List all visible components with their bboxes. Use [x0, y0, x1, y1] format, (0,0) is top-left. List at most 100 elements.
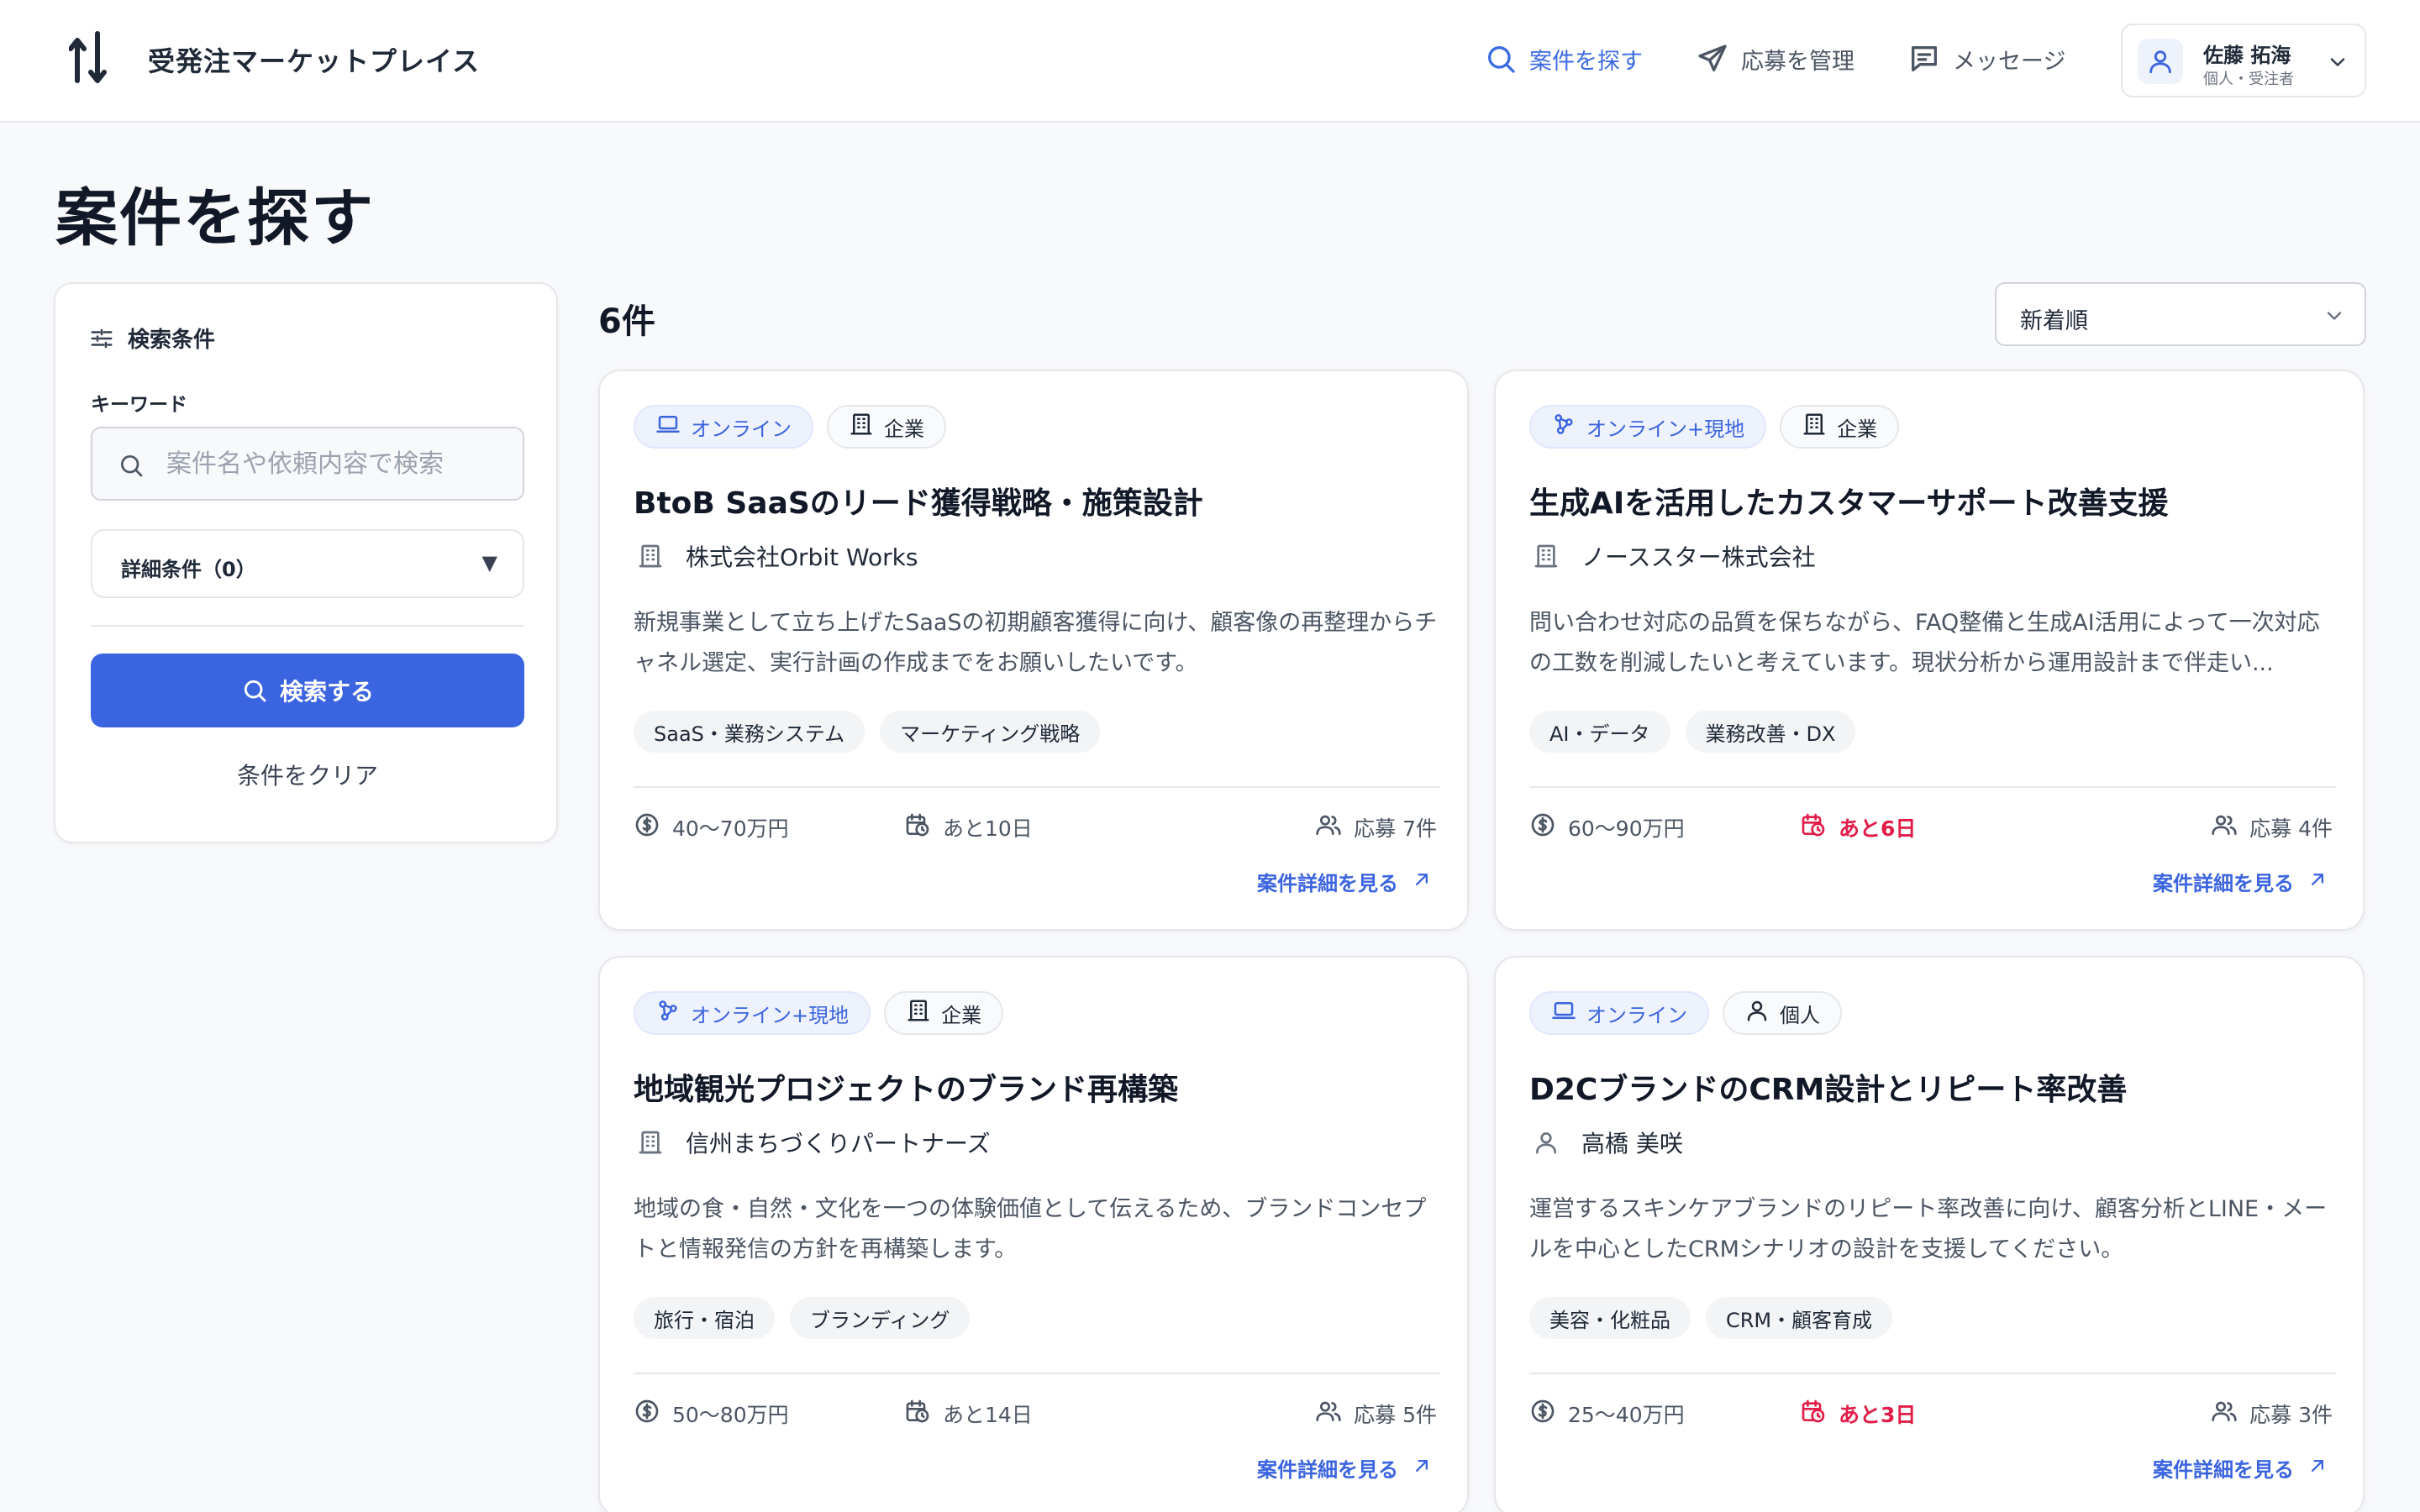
tag-chip: AI・データ	[1529, 711, 1670, 753]
tag-chip: 旅行・宿泊	[634, 1297, 775, 1339]
nav-messages[interactable]: メッセージ	[1907, 40, 2065, 77]
view-details-label: 案件詳細を見る	[2153, 1458, 2294, 1482]
tag-chip: ブランディング	[790, 1297, 971, 1339]
building-icon	[908, 1000, 929, 1021]
laptop-icon	[656, 416, 680, 433]
arrow-up-right-icon	[2312, 873, 2323, 885]
keyword-input[interactable]	[166, 428, 511, 499]
keyword-field[interactable]	[91, 427, 524, 501]
tag-chip: SaaS・業務システム	[634, 711, 865, 753]
detail-conditions-toggle[interactable]: 詳細条件（0） ▼	[91, 529, 524, 598]
brand-name[interactable]: 受発注マーケットプレイス	[148, 40, 480, 79]
deadline-value: あと6日	[1839, 816, 1917, 841]
calendar-clock-icon	[1802, 813, 1825, 837]
search-icon	[244, 680, 266, 702]
applicants: 応募 5件	[1315, 1398, 1437, 1430]
deadline: あと10日	[904, 811, 1033, 843]
work-mode-chip: オンライン+現地	[1529, 405, 1767, 449]
deadline-value: あと3日	[1839, 1403, 1917, 1427]
job-description: 問い合わせ対応の品質を保ちながら、FAQ整備と生成AI活用によって一次対応の工数…	[1529, 610, 2320, 676]
tag-list: AI・データ 業務改善・DX	[1529, 711, 1856, 753]
card-chips: オンライン 企業	[634, 405, 946, 449]
view-details-label: 案件詳細を見る	[2153, 872, 2294, 895]
user-icon	[2149, 50, 2171, 74]
divider	[91, 625, 524, 627]
divider	[634, 786, 1440, 788]
budget-value: 50〜80万円	[672, 1403, 789, 1427]
filter-heading-label: 検索条件	[128, 328, 216, 353]
work-mode-chip: オンライン	[634, 405, 813, 449]
building-icon	[1534, 544, 1558, 568]
card-chips: オンライン+現地 企業	[1529, 405, 1900, 449]
work-mode-label: オンライン	[691, 417, 792, 441]
nav-manage-applications[interactable]: 応募を管理	[1696, 40, 1854, 77]
client-type-chip: 企業	[827, 405, 946, 449]
applicants-value: 応募 5件	[1354, 1403, 1437, 1427]
network-icon	[659, 1000, 677, 1021]
client-name: 信州まちづくりパートナーズ	[686, 1130, 991, 1158]
budget-value: 60〜90万円	[1568, 816, 1685, 841]
deadline: あと6日	[1800, 811, 1916, 843]
tag-list: 旅行・宿泊 ブランディング	[634, 1297, 971, 1339]
client-type-chip: 企業	[884, 991, 1004, 1035]
budget: 50〜80万円	[634, 1398, 789, 1430]
job-card[interactable]: オンライン 個人 D2CブランドのCRM設計とリピート率改善 高橋 美咲 運営す…	[1494, 956, 2365, 1512]
avatar	[2138, 39, 2183, 84]
dollar-icon	[1531, 1399, 1555, 1423]
budget-value: 25〜40万円	[1568, 1403, 1685, 1427]
job-card[interactable]: オンライン+現地 企業 地域観光プロジェクトのブランド再構築 信州まちづくりパー…	[598, 956, 1469, 1512]
users-icon	[1316, 815, 1341, 835]
filter-heading: 検索条件	[89, 323, 215, 354]
arrow-up-right-icon	[1416, 1459, 1428, 1472]
client-name: ノーススター株式会社	[1581, 543, 1816, 571]
client-info: 株式会社Orbit Works	[634, 539, 918, 573]
divider	[1529, 786, 2336, 788]
card-chips: オンライン 個人	[1529, 991, 1842, 1035]
sort-select[interactable]: 新着順	[1995, 282, 2366, 346]
clear-conditions-button[interactable]: 条件をクリア	[91, 758, 524, 791]
budget: 25〜40万円	[1529, 1398, 1685, 1430]
job-card[interactable]: オンライン+現地 企業 生成AIを活用したカスタマーサポート改善支援 ノーススタ…	[1494, 370, 2365, 931]
tag-list: SaaS・業務システム マーケティング戦略	[634, 711, 1101, 753]
chevron-down-icon	[2327, 312, 2342, 320]
users-icon	[1316, 1401, 1341, 1421]
search-button[interactable]: 検索する	[91, 654, 524, 727]
users-icon	[2212, 1401, 2237, 1421]
applicants-value: 応募 3件	[2249, 1403, 2333, 1427]
job-title[interactable]: 地域観光プロジェクトのブランド再構築	[634, 1065, 1178, 1109]
view-details-link[interactable]: 案件詳細を見る	[1257, 1453, 1434, 1483]
client-type-label: 企業	[941, 1003, 982, 1027]
search-icon	[121, 455, 143, 477]
client-info: ノーススター株式会社	[1529, 539, 1816, 573]
arrow-up-right-icon	[2312, 1459, 2323, 1472]
job-title[interactable]: 生成AIを活用したカスタマーサポート改善支援	[1529, 479, 2169, 522]
job-card[interactable]: オンライン 企業 BtoB SaaSのリード獲得戦略・施策設計 株式会社Orbi…	[598, 370, 1469, 931]
message-icon	[1912, 46, 1937, 72]
user-role: 個人・受注者	[2203, 71, 2294, 88]
view-details-label: 案件詳細を見る	[1257, 1458, 1398, 1482]
client-type-chip: 個人	[1723, 991, 1842, 1035]
dollar-icon	[1531, 813, 1555, 837]
job-description: 新規事業として立ち上げたSaaSの初期顧客獲得に向け、顧客像の再整理からチャネル…	[634, 610, 1438, 676]
deadline-value: あと14日	[943, 1403, 1033, 1427]
person-icon	[1536, 1132, 1556, 1154]
sliders-icon	[91, 328, 113, 348]
search-icon	[1488, 46, 1515, 73]
job-description: 地域の食・自然・文化を一つの体験価値として伝えるため、ブランドコンセプトと情報発…	[634, 1196, 1427, 1263]
user-menu[interactable]: 佐藤 拓海 個人・受注者	[2121, 24, 2366, 97]
view-details-link[interactable]: 案件詳細を見る	[2153, 1453, 2329, 1483]
tag-chip: マーケティング戦略	[880, 711, 1101, 753]
nav-search-jobs[interactable]: 案件を探す	[1484, 40, 1643, 77]
job-title[interactable]: D2CブランドのCRM設計とリピート率改善	[1529, 1065, 2127, 1109]
nav-label: 案件を探す	[1529, 48, 1643, 75]
applicants: 応募 4件	[2211, 811, 2333, 843]
logo-icon[interactable]	[69, 30, 111, 86]
result-count: 6件	[598, 302, 655, 341]
view-details-link[interactable]: 案件詳細を見る	[1257, 867, 1434, 896]
laptop-icon	[1552, 1002, 1576, 1019]
client-name: 高橋 美咲	[1581, 1130, 1683, 1158]
dollar-icon	[635, 1399, 659, 1423]
work-mode-chip: オンライン	[1529, 991, 1709, 1035]
view-details-link[interactable]: 案件詳細を見る	[2153, 867, 2329, 896]
job-title[interactable]: BtoB SaaSのリード獲得戦略・施策設計	[634, 479, 1203, 522]
